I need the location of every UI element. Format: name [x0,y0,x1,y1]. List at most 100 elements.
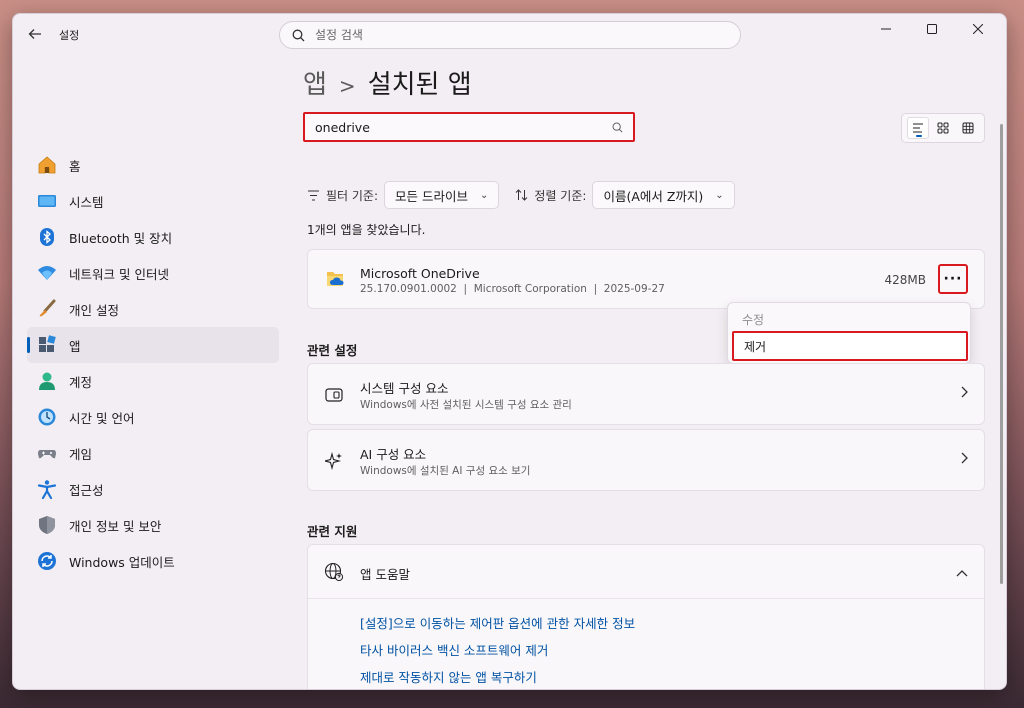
sort-order-dropdown[interactable]: 이름(A에서 Z까지) ⌄ [592,181,735,209]
settings-window: 설정 홈 시스템 [12,13,1007,690]
sidebar-item-label: 시간 및 언어 [69,410,135,426]
sidebar-item-apps[interactable]: 앱 [27,327,279,363]
back-button[interactable] [23,22,47,46]
app-size: 428MB [884,273,927,287]
apps-icon [37,335,57,355]
sort-order-value: 이름(A에서 Z까지) [603,188,704,204]
breadcrumb-parent-apps[interactable]: 앱 [303,64,327,101]
related-settings-title: 관련 설정 [307,343,358,358]
setting-title: 시스템 구성 요소 [360,381,449,396]
help-link-repair-apps[interactable]: 제대로 작동하지 않는 앱 복구하기 [360,667,537,686]
tile-view-icon [937,122,949,134]
account-icon [37,371,57,391]
setting-card-ai-components[interactable]: AI 구성 요소 Windows에 설치된 AI 구성 요소 보기 [307,429,985,491]
title-bar: 설정 [13,14,1006,54]
sidebar-item-home[interactable]: 홈 [27,147,279,183]
sidebar-item-bluetooth[interactable]: Bluetooth 및 장치 [27,219,279,255]
more-options-button[interactable]: ··· [938,264,968,294]
sidebar-item-label: 개인 설정 [69,302,119,318]
globe-help-icon [324,562,344,582]
sidebar-item-accounts[interactable]: 계정 [27,363,279,399]
app-search-input[interactable]: onedrive [303,112,635,142]
related-support-title: 관련 지원 [307,524,358,539]
app-title: 설정 [59,29,80,42]
help-card-header[interactable]: 앱 도움말 [308,545,984,599]
results-count-text: 1개의 앱을 찾았습니다. [307,223,426,237]
view-toggle [901,113,985,143]
sort-icon [516,189,528,201]
chevron-down-icon: ⌄ [480,189,489,201]
filter-drive-value: 모든 드라이브 [395,188,469,204]
settings-search-input[interactable] [315,28,715,42]
help-card: 앱 도움말 [설정]으로 이동하는 제어판 옵션에 관한 자세한 정보 타사 바… [307,544,985,689]
accessibility-icon [37,479,57,499]
update-icon [37,551,57,571]
maximize-button[interactable] [909,14,955,44]
setting-subtitle: Windows에 사전 설치된 시스템 구성 요소 관리 [360,399,572,411]
app-details: 25.170.0901.0002 | Microsoft Corporation… [360,283,665,295]
app-search-value[interactable]: onedrive [315,120,612,135]
grid-view-icon [962,122,974,134]
sidebar-item-accessibility[interactable]: 접근성 [27,471,279,507]
sidebar: 홈 시스템 Bluetooth 및 장치 네트워크 및 인터넷 개인 설정 앱 … [27,147,279,579]
maximize-icon [927,24,937,34]
shield-icon [37,515,57,535]
breadcrumb: 앱 > 설치된 앱 [303,64,472,101]
help-card-title: 앱 도움말 [360,567,410,582]
filter-icon [308,189,319,201]
time-language-icon [37,407,57,427]
onedrive-app-icon [324,268,346,294]
gamepad-icon [37,443,57,463]
sidebar-item-system[interactable]: 시스템 [27,183,279,219]
page-title: 설치된 앱 [367,70,472,100]
grid-view-button[interactable] [957,117,979,139]
app-name: Microsoft OneDrive [360,266,480,281]
close-button[interactable] [955,14,1001,44]
main-content: 앱 > 설치된 앱 onedrive 필터 기준: 모든 드라이브 ⌄ 정렬 기… [303,54,993,689]
list-view-button[interactable] [907,117,930,139]
tile-view-button[interactable] [932,117,954,139]
menu-item-uninstall[interactable]: 제거 [732,331,968,361]
sidebar-item-label: 네트워크 및 인터넷 [69,266,169,282]
minimize-icon [881,28,891,30]
sidebar-item-windows-update[interactable]: Windows 업데이트 [27,543,279,579]
app-context-menu: 수정 제거 [727,302,971,364]
sidebar-item-privacy[interactable]: 개인 정보 및 보안 [27,507,279,543]
back-arrow-icon [28,29,41,39]
sidebar-item-label: 계정 [69,374,93,390]
search-icon [292,29,305,41]
help-link-antivirus[interactable]: 타사 바이러스 백신 소프트웨어 제거 [360,640,548,659]
chevron-up-icon[interactable] [956,565,968,581]
filter-drive-dropdown[interactable]: 모든 드라이브 ⌄ [384,181,500,209]
setting-subtitle: Windows에 설치된 AI 구성 요소 보기 [360,465,531,477]
settings-search-box[interactable] [279,21,741,49]
sidebar-item-label: 접근성 [69,482,104,498]
bluetooth-icon [37,227,57,247]
sidebar-item-network[interactable]: 네트워크 및 인터넷 [27,255,279,291]
sidebar-item-label: Bluetooth 및 장치 [69,230,173,246]
minimize-button[interactable] [863,14,909,44]
breadcrumb-separator: > [338,74,356,98]
setting-card-system-components[interactable]: 시스템 구성 요소 Windows에 사전 설치된 시스템 구성 요소 관리 [307,363,985,425]
brush-icon [37,299,57,319]
sidebar-item-label: 게임 [69,446,93,462]
wifi-icon [37,263,57,283]
chevron-right-icon [960,386,968,402]
sidebar-item-label: 앱 [69,338,81,354]
filter-sort-bar: 필터 기준: 모든 드라이브 ⌄ 정렬 기준: 이름(A에서 Z까지) ⌄ [307,181,735,209]
sidebar-item-label: Windows 업데이트 [69,554,175,570]
sidebar-item-label: 개인 정보 및 보안 [69,518,162,534]
chevron-right-icon [960,452,968,468]
search-icon [612,122,623,133]
menu-item-modify[interactable]: 수정 [732,305,968,333]
sidebar-item-gaming[interactable]: 게임 [27,435,279,471]
sidebar-item-personalization[interactable]: 개인 설정 [27,291,279,327]
help-link-control-panel[interactable]: [설정]으로 이동하는 제어판 옵션에 관한 자세한 정보 [360,613,635,632]
system-icon [37,191,57,211]
sidebar-item-time-language[interactable]: 시간 및 언어 [27,399,279,435]
list-view-icon [913,123,924,133]
sidebar-item-label: 홈 [69,158,81,174]
close-icon [973,24,983,34]
more-icon: ··· [943,271,963,287]
scrollbar[interactable] [1000,124,1003,584]
